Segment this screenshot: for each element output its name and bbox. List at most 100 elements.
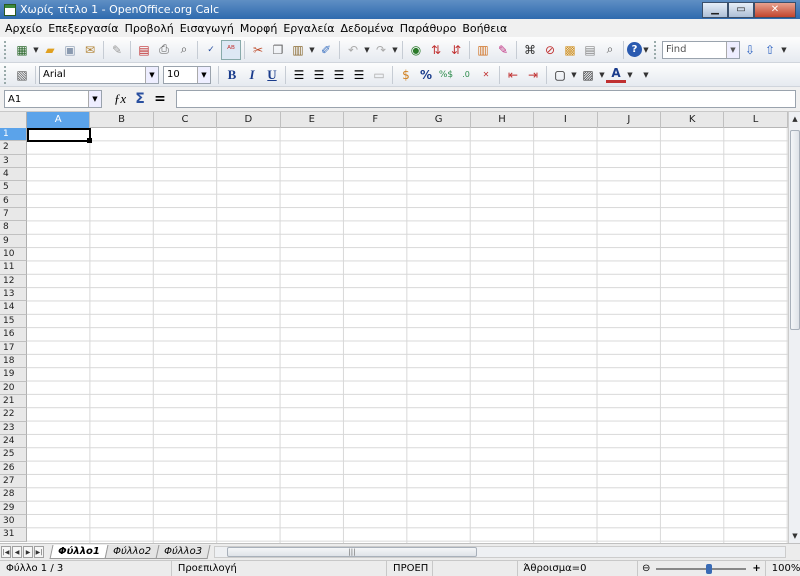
- column-header-k[interactable]: K: [661, 112, 725, 128]
- vertical-scrollbar[interactable]: ▲ ▼: [788, 112, 800, 543]
- hyperlink-icon[interactable]: ◉: [406, 40, 426, 60]
- column-header-c[interactable]: C: [154, 112, 218, 128]
- draw-functions-icon[interactable]: ✎: [493, 40, 513, 60]
- formatting-toolbar-options-icon[interactable]: ▼: [642, 65, 650, 85]
- row-header-5[interactable]: 5: [0, 181, 27, 195]
- row-header-17[interactable]: 17: [0, 341, 27, 355]
- autospellcheck-icon[interactable]: ᴬᴮ: [221, 39, 241, 60]
- vertical-scroll-thumb[interactable]: [790, 130, 800, 330]
- menu-view[interactable]: Προβολή: [122, 22, 177, 35]
- sheet-tab-3[interactable]: Φύλλο3: [155, 545, 211, 559]
- background-color-icon[interactable]: ▨: [578, 65, 598, 85]
- row-header-18[interactable]: 18: [0, 354, 27, 369]
- toolbar-grip[interactable]: [654, 40, 658, 59]
- zoom-in-icon[interactable]: +: [752, 563, 760, 574]
- row-header-4[interactable]: 4: [0, 168, 27, 182]
- open-folder-icon[interactable]: ▰: [40, 40, 60, 60]
- column-header-i[interactable]: I: [534, 112, 598, 128]
- align-left-icon[interactable]: ☰: [289, 65, 309, 85]
- percent-format-button[interactable]: %: [416, 65, 436, 85]
- row-header-26[interactable]: 26: [0, 461, 27, 475]
- row-header-21[interactable]: 21: [0, 394, 27, 409]
- column-header-e[interactable]: E: [281, 112, 344, 128]
- redo-dropdown-icon[interactable]: ▼: [391, 40, 399, 60]
- next-sheet-icon[interactable]: ▶: [23, 546, 33, 558]
- find-dropdown-icon[interactable]: ▼: [726, 41, 739, 58]
- row-header-31[interactable]: 31: [0, 528, 27, 542]
- row-header-12[interactable]: 12: [0, 274, 27, 289]
- row-header-3[interactable]: 3: [0, 154, 27, 169]
- save-icon[interactable]: ▣: [60, 40, 80, 60]
- undo-dropdown-icon[interactable]: ▼: [363, 40, 371, 60]
- row-header-11[interactable]: 11: [0, 261, 27, 275]
- italic-button[interactable]: I: [242, 65, 262, 85]
- row-header-27[interactable]: 27: [0, 474, 27, 489]
- spellcheck-icon[interactable]: ✓: [201, 40, 221, 60]
- format-paintbrush-icon[interactable]: ✐: [316, 40, 336, 60]
- toolbar-grip[interactable]: [4, 40, 8, 59]
- chart-icon[interactable]: ▥: [473, 40, 493, 60]
- row-header-20[interactable]: 20: [0, 381, 27, 395]
- minimize-button[interactable]: ▁: [702, 1, 728, 18]
- font-size-dropdown-icon[interactable]: ▼: [197, 66, 210, 83]
- zoom-slider[interactable]: ⊖ +: [638, 561, 765, 576]
- status-selection-mode[interactable]: [433, 560, 518, 576]
- font-color-dropdown-icon[interactable]: ▼: [626, 65, 634, 85]
- sum-icon[interactable]: Σ: [130, 89, 150, 109]
- cut-icon[interactable]: ✂: [248, 40, 268, 60]
- bold-button[interactable]: B: [222, 65, 242, 85]
- find-next-icon[interactable]: ⇩: [740, 40, 760, 60]
- menu-file[interactable]: Αρχείο: [2, 22, 45, 35]
- export-pdf-icon[interactable]: ▤: [134, 40, 154, 60]
- horizontal-scrollbar[interactable]: |||: [214, 546, 786, 558]
- copy-icon[interactable]: ❐: [268, 40, 288, 60]
- paste-icon[interactable]: ▥: [288, 40, 308, 60]
- row-header-7[interactable]: 7: [0, 208, 27, 222]
- borders-dropdown-icon[interactable]: ▼: [570, 65, 578, 85]
- first-sheet-icon[interactable]: |◀: [1, 546, 11, 558]
- paste-dropdown-icon[interactable]: ▼: [308, 40, 316, 60]
- row-header-23[interactable]: 23: [0, 421, 27, 435]
- justify-icon[interactable]: ☰: [349, 65, 369, 85]
- help-icon[interactable]: ?: [627, 42, 642, 57]
- undo-icon[interactable]: ↶: [343, 40, 363, 60]
- find-previous-icon[interactable]: ⇧: [760, 40, 780, 60]
- decrease-indent-icon[interactable]: ⇤: [503, 65, 523, 85]
- column-header-a[interactable]: A: [27, 112, 91, 128]
- row-header-9[interactable]: 9: [0, 234, 27, 249]
- select-all-corner[interactable]: [0, 112, 27, 128]
- navigator-icon[interactable]: ⊘: [540, 40, 560, 60]
- zoom-out-icon[interactable]: ⊖: [642, 563, 650, 574]
- gallery-icon[interactable]: ▩: [560, 40, 580, 60]
- formula-input[interactable]: [176, 90, 796, 108]
- horizontal-scroll-thumb[interactable]: |||: [227, 547, 477, 557]
- row-header-1[interactable]: 1: [0, 128, 27, 142]
- row-header-25[interactable]: 25: [0, 448, 27, 462]
- formula-equals-button[interactable]: =: [150, 89, 170, 109]
- column-header-g[interactable]: G: [407, 112, 471, 128]
- last-sheet-icon[interactable]: ▶|: [34, 546, 44, 558]
- name-box-dropdown-icon[interactable]: ▼: [88, 91, 101, 107]
- status-page-style[interactable]: Προεπιλογή: [172, 560, 388, 576]
- column-header-f[interactable]: F: [344, 112, 408, 128]
- column-header-h[interactable]: H: [471, 112, 535, 128]
- toolbar-grip[interactable]: [4, 65, 8, 84]
- close-button[interactable]: ✕: [754, 1, 796, 18]
- sheet-tab-1[interactable]: Φύλλο1: [49, 545, 109, 559]
- sort-ascending-icon[interactable]: ⇅: [426, 40, 446, 60]
- row-header-14[interactable]: 14: [0, 301, 27, 315]
- delete-decimal-icon[interactable]: ✕: [476, 65, 496, 85]
- find-input[interactable]: Find ▼: [662, 40, 740, 59]
- increase-indent-icon[interactable]: ⇥: [523, 65, 543, 85]
- active-cell-cursor[interactable]: [27, 128, 92, 143]
- prev-sheet-icon[interactable]: ◀: [12, 546, 22, 558]
- maximize-button[interactable]: ▭: [728, 1, 754, 18]
- toolbar-options-icon[interactable]: ▼: [642, 40, 650, 60]
- underline-button[interactable]: U: [262, 65, 282, 85]
- row-header-19[interactable]: 19: [0, 368, 27, 382]
- column-header-b[interactable]: B: [90, 112, 154, 128]
- zoom-knob[interactable]: [706, 563, 713, 574]
- row-header-24[interactable]: 24: [0, 434, 27, 449]
- row-header-22[interactable]: 22: [0, 408, 27, 422]
- zoom-track[interactable]: [656, 563, 747, 574]
